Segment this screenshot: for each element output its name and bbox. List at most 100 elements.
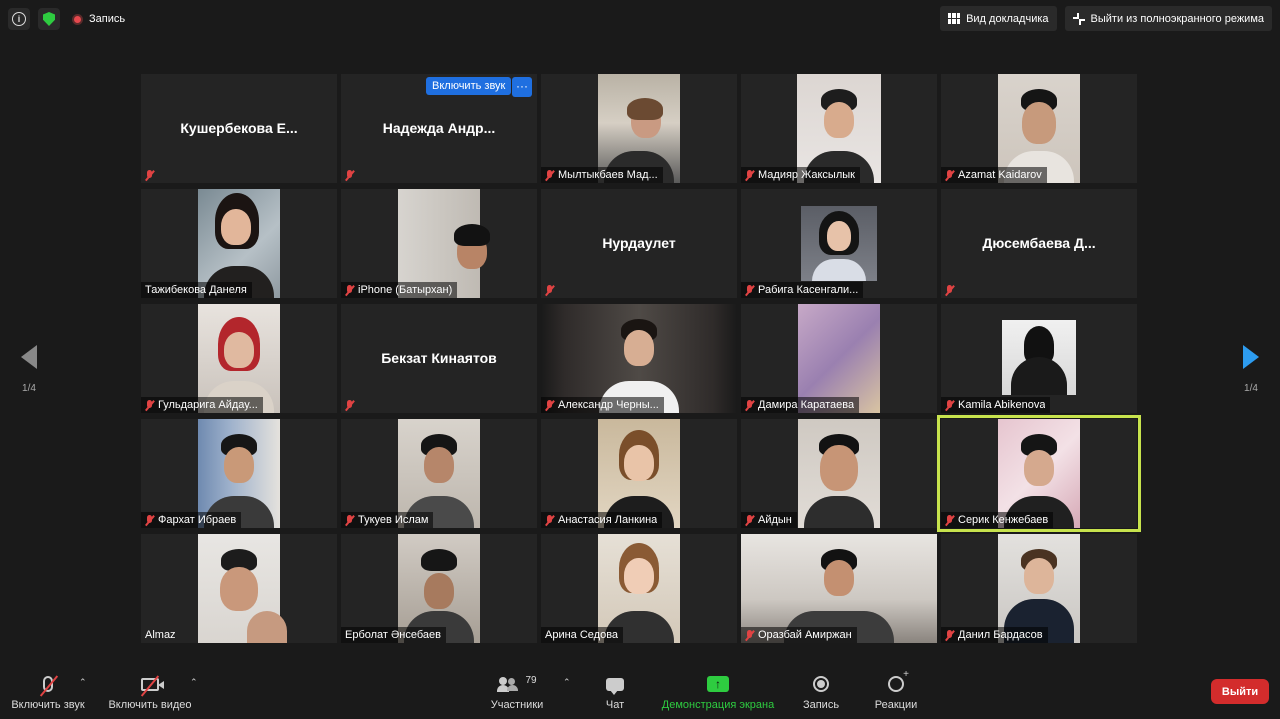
- participant-tile[interactable]: Рабига Касенгали...: [741, 189, 937, 298]
- reactions-label: Реакции: [874, 699, 918, 711]
- mic-muted-icon: [345, 284, 354, 296]
- participant-name: Тажибекова Данеля: [145, 284, 247, 296]
- participant-tile[interactable]: Айдын: [741, 419, 937, 528]
- participant-tile[interactable]: Дюсембаева Д...: [941, 189, 1137, 298]
- mic-muted-icon: [745, 514, 754, 526]
- leave-meeting-button[interactable]: Выйти: [1211, 679, 1269, 704]
- participant-tile[interactable]: Мылтыкбаев Мад...: [541, 74, 737, 183]
- record-button[interactable]: Запись: [798, 673, 844, 711]
- mic-muted-icon: [545, 399, 554, 411]
- reactions-button[interactable]: Реакции: [872, 669, 920, 711]
- participant-tile[interactable]: iPhone (Батырхан): [341, 189, 537, 298]
- arrow-right-icon: [1243, 345, 1259, 369]
- participant-name: Нурдаулет: [602, 235, 676, 251]
- participant-tile[interactable]: Анастасия Ланкина: [541, 419, 737, 528]
- participant-name: Azamat Kaidarov: [958, 169, 1042, 181]
- participant-tile[interactable]: Александр Черны...: [541, 304, 737, 413]
- participant-name: Серик Кенжебаев: [958, 514, 1049, 526]
- chat-button[interactable]: Чат: [598, 673, 632, 711]
- participant-tile[interactable]: Арина Седова: [541, 534, 737, 643]
- recording-indicator[interactable]: Запись: [72, 13, 125, 25]
- audio-options-caret[interactable]: ⌃: [79, 677, 87, 688]
- participant-name: Бекзат Кинаятов: [381, 350, 497, 366]
- participant-tile[interactable]: Azamat Kaidarov: [941, 74, 1137, 183]
- participant-name: Анастасия Ланкина: [558, 514, 658, 526]
- mic-muted-icon: [545, 514, 554, 526]
- participant-tile[interactable]: Мадияр Жаксылык: [741, 74, 937, 183]
- participant-tile[interactable]: Оразбай Амиржан: [741, 534, 937, 643]
- gallery-grid: Кушербекова Е... Включить звук ··· Надеж…: [141, 74, 1141, 643]
- participant-tile[interactable]: Ерболат Әнсебаев: [341, 534, 537, 643]
- participant-name: Ерболат Әнсебаев: [345, 629, 441, 641]
- mic-muted-icon: [945, 399, 954, 411]
- participant-tile[interactable]: Кушербекова Е...: [141, 74, 337, 183]
- speaker-view-icon: [948, 13, 961, 24]
- mic-muted-icon: [945, 169, 954, 181]
- request-unmute-button[interactable]: Включить звук: [426, 77, 512, 95]
- unmute-button[interactable]: Включить звук: [8, 673, 88, 711]
- participant-name: Айдын: [758, 514, 792, 526]
- mic-muted-icon: [745, 284, 754, 296]
- video-feed: [801, 206, 877, 281]
- meeting-toolbar: Включить звук ⌃ Включить видео ⌃ 79 Учас…: [0, 667, 1280, 719]
- shield-icon: [43, 12, 55, 26]
- participant-tile[interactable]: Включить звук ··· Надежда Андр...: [341, 74, 537, 183]
- participant-name: Александр Черны...: [558, 399, 659, 411]
- participant-tile-active-speaker[interactable]: Серик Кенжебаев: [937, 415, 1141, 532]
- more-options-button[interactable]: ···: [512, 77, 532, 97]
- participant-name: Kamila Abikenova: [958, 399, 1046, 411]
- mic-muted-icon: [545, 169, 554, 181]
- participant-tile[interactable]: Тукуев Ислам: [341, 419, 537, 528]
- encryption-button[interactable]: [38, 8, 60, 30]
- participant-tile[interactable]: Гульдарига Айдау...: [141, 304, 337, 413]
- share-screen-label: Демонстрация экрана: [661, 699, 775, 711]
- next-page-button[interactable]: 1/4: [1236, 345, 1266, 394]
- mic-muted-icon: [39, 675, 59, 697]
- chat-icon: [606, 677, 624, 695]
- exit-fullscreen-icon: [1072, 12, 1085, 25]
- participant-tile[interactable]: Нурдаулет: [541, 189, 737, 298]
- share-screen-button[interactable]: ↑ Демонстрация экрана: [658, 673, 778, 711]
- participant-name: Арина Седова: [545, 629, 619, 641]
- mic-muted-icon: [345, 399, 354, 411]
- participant-tile[interactable]: Дамира Каратаева: [741, 304, 937, 413]
- video-feed: [198, 534, 288, 643]
- video-feed: [1002, 320, 1076, 395]
- meeting-status-bar: i Запись: [8, 8, 125, 30]
- participant-tile[interactable]: Almaz: [141, 534, 337, 643]
- mic-muted-icon: [745, 629, 754, 641]
- participant-name: Кушербекова Е...: [180, 120, 298, 136]
- smiley-icon: [888, 669, 909, 692]
- previous-page-button[interactable]: 1/4: [14, 345, 44, 394]
- start-video-button[interactable]: Включить видео: [105, 673, 195, 711]
- video-options-caret[interactable]: ⌃: [190, 677, 198, 688]
- mic-muted-icon: [945, 514, 954, 526]
- participant-tile[interactable]: Бекзат Кинаятов: [341, 304, 537, 413]
- participant-name: Дамира Каратаева: [758, 399, 855, 411]
- mic-muted-icon: [545, 284, 554, 296]
- participants-options-caret[interactable]: ⌃: [563, 677, 571, 688]
- participant-name: Гульдарига Айдау...: [158, 399, 258, 411]
- arrow-left-icon: [21, 345, 37, 369]
- video-feed: [798, 419, 880, 528]
- speaker-view-button[interactable]: Вид докладчика: [940, 6, 1057, 31]
- exit-fullscreen-button[interactable]: Выйти из полноэкранного режима: [1064, 6, 1272, 31]
- participant-tile[interactable]: Kamila Abikenova: [941, 304, 1137, 413]
- participant-tile[interactable]: Тажибекова Данеля: [141, 189, 337, 298]
- participant-name: Данил Бардасов: [958, 629, 1043, 641]
- mic-muted-icon: [345, 514, 354, 526]
- mic-muted-icon: [745, 169, 754, 181]
- participant-tile[interactable]: Данил Бардасов: [941, 534, 1137, 643]
- participant-name: Тукуев Ислам: [358, 514, 429, 526]
- speaker-view-label: Вид докладчика: [966, 12, 1049, 25]
- mic-muted-icon: [945, 284, 954, 296]
- chat-label: Чат: [605, 699, 625, 711]
- record-icon: [72, 13, 83, 25]
- meeting-info-button[interactable]: i: [8, 8, 30, 30]
- mic-muted-icon: [145, 514, 154, 526]
- mic-muted-icon: [145, 399, 154, 411]
- participant-name: Almaz: [145, 629, 176, 641]
- participants-button[interactable]: 79 Участники: [486, 673, 548, 712]
- participant-tile[interactable]: Фархат Ибраев: [141, 419, 337, 528]
- participant-name: Надежда Андр...: [382, 120, 496, 136]
